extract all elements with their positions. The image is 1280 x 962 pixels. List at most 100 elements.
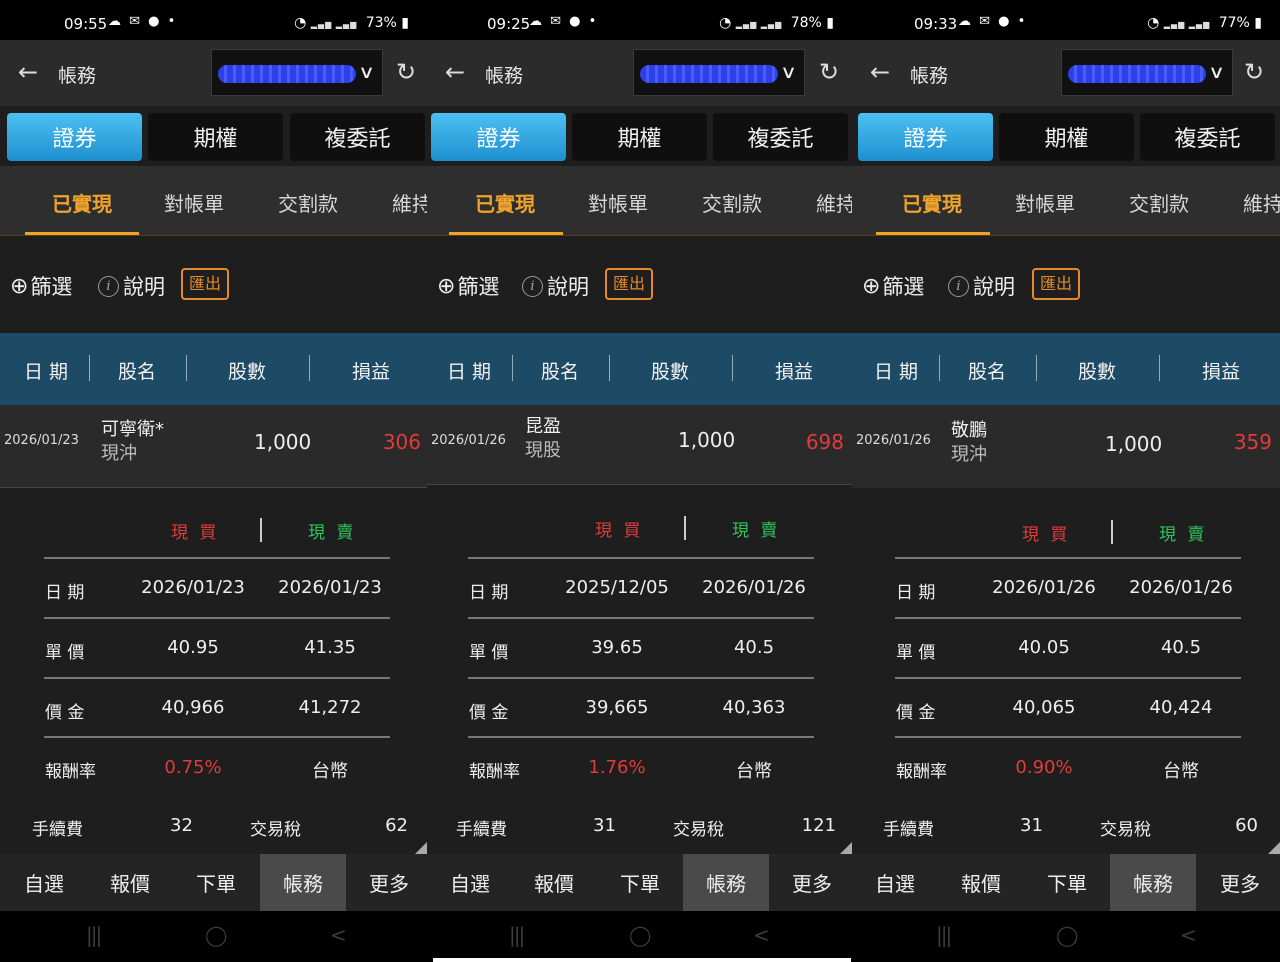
table-row[interactable]: 2026/01/23 可寧衛* 現沖 1,000 306 (0, 405, 427, 488)
chevron-down-icon: ∨ (1207, 62, 1225, 83)
filter-button[interactable]: ⊕ 篩選 (10, 271, 72, 301)
tab-statement[interactable]: 對帳單 (1015, 188, 1075, 217)
nav-more[interactable]: 更多 (1197, 854, 1280, 911)
segment-options[interactable]: 期權 (999, 113, 1134, 161)
export-button[interactable]: 匯出 (1032, 268, 1081, 300)
nav-more[interactable]: 更多 (346, 854, 427, 911)
left-arrow-icon[interactable]: ← (445, 58, 465, 86)
segment-subbrokerage[interactable]: 複委託 (1140, 113, 1275, 161)
filter-button[interactable]: ⊕ 篩選 (437, 271, 499, 301)
home-icon[interactable]: ◯ (1056, 923, 1078, 947)
tab-statement[interactable]: 對帳單 (588, 188, 648, 217)
fee-value: 31 (593, 815, 616, 836)
segment-subbrokerage[interactable]: 複委託 (713, 113, 848, 161)
nav-account[interactable]: 帳務 (683, 854, 769, 911)
tab-maintenance[interactable]: 維持 (816, 188, 852, 217)
column-divider (609, 355, 610, 381)
nav-quotes[interactable]: 報價 (87, 854, 173, 911)
tab-settlement[interactable]: 交割款 (278, 188, 338, 217)
table-row[interactable]: 2026/01/26 敬鵬 現沖 1,000 359 (852, 405, 1280, 489)
segment-securities[interactable]: 證券 (858, 113, 993, 161)
system-back-icon[interactable]: < (1180, 923, 1197, 947)
nav-account[interactable]: 帳務 (260, 854, 346, 911)
tab-maintenance[interactable]: 維持 (392, 188, 427, 217)
segment-subbrokerage[interactable]: 複委託 (290, 113, 425, 161)
account-selector[interactable]: ∨ (1061, 49, 1233, 96)
tax-label: 交易稅 (1100, 820, 1151, 840)
tab-settlement[interactable]: 交割款 (702, 188, 762, 217)
refresh-icon[interactable]: ↻ (396, 59, 416, 85)
nav-more[interactable]: 更多 (769, 854, 852, 911)
buy-price: 40.95 (167, 637, 219, 658)
buy-amount: 39,665 (585, 697, 649, 718)
page-title: 帳務 (910, 65, 949, 87)
segment-securities[interactable]: 證券 (431, 113, 566, 161)
table-header: 日 期 股名 股數 損益 (0, 333, 427, 405)
row-stock: 可寧衛* 現沖 (101, 418, 164, 466)
nav-order[interactable]: 下單 (597, 854, 683, 911)
nav-order[interactable]: 下單 (173, 854, 259, 911)
tab-realized[interactable]: 已實現 (52, 188, 112, 217)
detail-rule (468, 736, 814, 738)
tab-settlement[interactable]: 交割款 (1129, 188, 1189, 217)
tab-realized[interactable]: 已實現 (902, 188, 962, 217)
filter-button[interactable]: ⊕ 篩選 (862, 271, 924, 301)
home-icon[interactable]: ◯ (629, 923, 651, 947)
home-icon[interactable]: ◯ (205, 923, 227, 947)
detail-rule (44, 677, 390, 679)
fee-value: 32 (170, 815, 193, 836)
status-bar: 09:55 ☁ ✉ ● • ◔ ▂▄▆ ▂▄▆ 73% ▮ (0, 0, 427, 40)
help-button[interactable]: i 說明 (98, 271, 165, 301)
detail-rule (44, 557, 390, 559)
system-back-icon[interactable]: < (753, 923, 770, 947)
nav-watchlist[interactable]: 自選 (1, 854, 87, 911)
nav-quotes[interactable]: 報價 (511, 854, 597, 911)
sell-date: 2026/01/23 (278, 577, 382, 598)
left-arrow-icon[interactable]: ← (18, 58, 38, 86)
buy-amount: 40,065 (1012, 697, 1076, 718)
tab-maintenance[interactable]: 維持 (1243, 188, 1280, 217)
recent-apps-icon[interactable]: ||| (936, 923, 952, 947)
nav-quotes[interactable]: 報價 (938, 854, 1024, 911)
left-arrow-icon[interactable]: ← (870, 58, 890, 86)
product-segments: 證券 期權 複委託 (0, 106, 427, 166)
nav-watchlist[interactable]: 自選 (852, 854, 938, 911)
segment-options[interactable]: 期權 (148, 113, 283, 161)
app-screen: 09:55 ☁ ✉ ● • ◔ ▂▄▆ ▂▄▆ 73% ▮ ← 帳務 ∨ ↻ 證… (0, 0, 427, 962)
help-button[interactable]: i 說明 (522, 271, 589, 301)
segment-securities[interactable]: 證券 (7, 113, 142, 161)
account-selector[interactable]: ∨ (211, 49, 383, 96)
battery-icon: ▮ (1254, 15, 1262, 31)
nav-watchlist[interactable]: 自選 (427, 854, 513, 911)
recent-apps-icon[interactable]: ||| (86, 923, 102, 947)
column-divider (512, 355, 513, 381)
column-pnl: 損益 (352, 361, 391, 383)
nav-account[interactable]: 帳務 (1110, 854, 1196, 911)
help-label: 說明 (547, 275, 589, 299)
price-label: 單 價 (45, 643, 85, 663)
export-button[interactable]: 匯出 (605, 268, 654, 300)
segment-options[interactable]: 期權 (572, 113, 707, 161)
help-button[interactable]: i 說明 (948, 271, 1015, 301)
buy-header: 現 買 (171, 523, 220, 543)
nav-order[interactable]: 下單 (1024, 854, 1110, 911)
refresh-icon[interactable]: ↻ (1244, 59, 1264, 85)
tab-realized[interactable]: 已實現 (475, 188, 535, 217)
date-label: 日 期 (45, 583, 85, 603)
column-divider (1036, 355, 1037, 381)
page-title: 帳務 (58, 65, 97, 87)
recent-apps-icon[interactable]: ||| (509, 923, 525, 947)
table-row[interactable]: 2026/01/26 昆盈 現股 1,000 698 (427, 405, 852, 485)
buy-amount: 40,966 (161, 697, 225, 718)
account-selector[interactable]: ∨ (633, 49, 805, 96)
tab-statement[interactable]: 對帳單 (164, 188, 224, 217)
detail-rule (468, 677, 814, 679)
currency-value: 台幣 (736, 761, 772, 782)
system-back-icon[interactable]: < (330, 923, 347, 947)
tax-value: 60 (1235, 815, 1258, 836)
refresh-icon[interactable]: ↻ (819, 59, 839, 85)
help-label: 說明 (973, 275, 1015, 299)
export-button[interactable]: 匯出 (181, 268, 230, 300)
sub-tabs: 已實現 對帳單 交割款 維持 (852, 166, 1280, 236)
magnifier-plus-icon: ⊕ (862, 273, 881, 299)
